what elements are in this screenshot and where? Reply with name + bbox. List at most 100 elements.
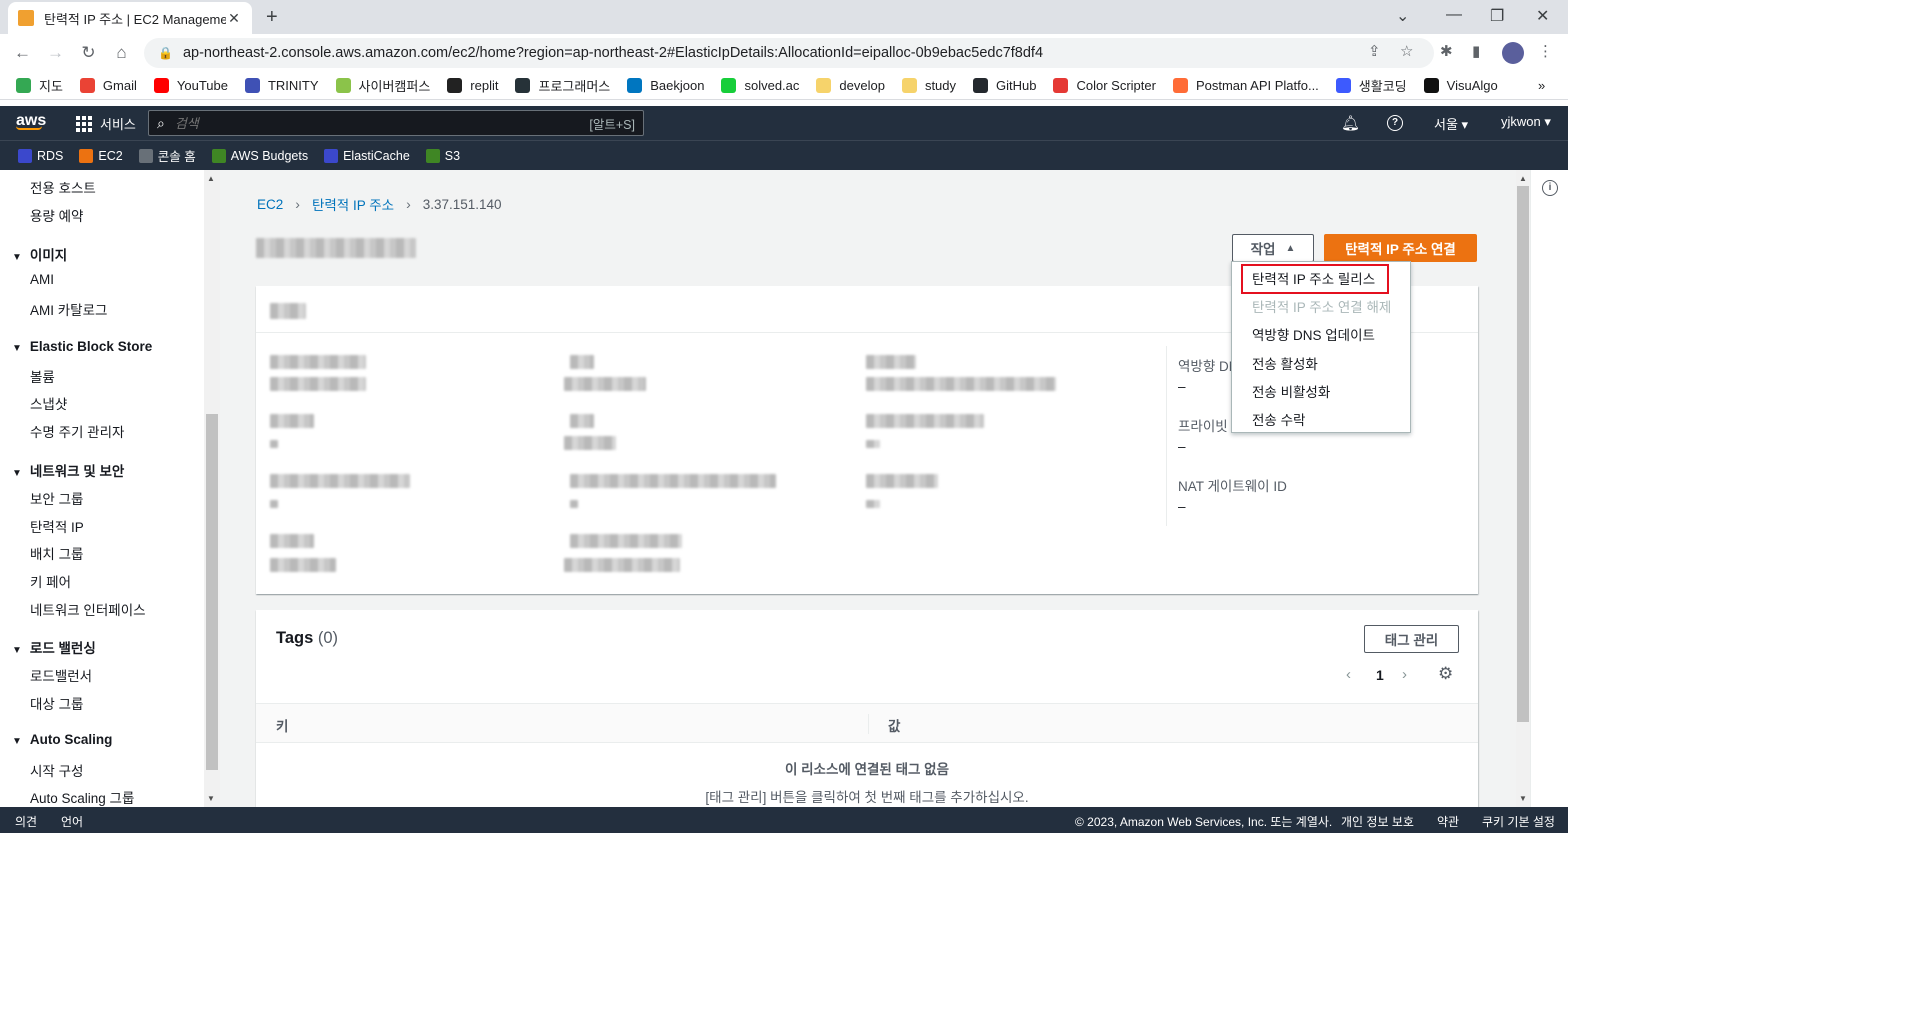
close-tab-icon[interactable]: ✕: [226, 10, 242, 27]
new-tab-button[interactable]: +: [266, 6, 278, 29]
manage-tags-button[interactable]: 태그 관리: [1364, 625, 1459, 653]
reload-icon[interactable]: ↻: [72, 43, 105, 63]
bookmark-item[interactable]: YouTube: [153, 78, 228, 93]
aws-logo[interactable]: aws: [16, 112, 46, 130]
privacy-link[interactable]: 개인 정보 보호: [1341, 813, 1414, 830]
sidebar-section-ebs[interactable]: ▼ Elastic Block Store: [12, 339, 152, 354]
sidebar-item-snapshots[interactable]: 스냅샷: [30, 393, 67, 413]
search-input[interactable]: [174, 115, 590, 131]
share-icon[interactable]: ⇪: [1368, 42, 1381, 60]
sidebar-section-network[interactable]: ▼ 네트워크 및 보안: [12, 460, 124, 480]
bookmark-item[interactable]: GitHub: [973, 78, 1036, 93]
sidebar-item-auto-scaling-groups[interactable]: Auto Scaling 그룹: [30, 787, 134, 807]
sidebar-item-ami-catalog[interactable]: AMI 카탈로그: [30, 299, 107, 319]
current-page-number[interactable]: 1: [1376, 667, 1384, 683]
bookmark-item[interactable]: Baekjoon: [627, 78, 704, 93]
favorite-service[interactable]: 콘솔 홈: [138, 146, 196, 165]
scroll-up-icon[interactable]: ▲: [1519, 174, 1527, 183]
close-window-button[interactable]: ✕: [1536, 6, 1549, 26]
bookmark-item[interactable]: Postman API Platfo...: [1172, 78, 1319, 93]
terms-link[interactable]: 약관: [1437, 813, 1459, 830]
column-key[interactable]: 키: [276, 715, 288, 735]
bookmark-star-icon[interactable]: ☆: [1400, 42, 1413, 60]
services-button[interactable]: 서비스: [76, 114, 136, 133]
favorite-service[interactable]: EC2: [79, 148, 123, 163]
actions-button[interactable]: 작업 ▲: [1232, 234, 1314, 262]
sidebar-item-dedicated-hosts[interactable]: 전용 호스트: [30, 177, 96, 197]
side-panel-icon[interactable]: ▮: [1472, 42, 1480, 60]
back-icon[interactable]: ←: [6, 43, 39, 63]
scrollbar-thumb[interactable]: [206, 414, 218, 770]
bookmark-item[interactable]: replit: [447, 78, 498, 93]
account-menu[interactable]: yjkwon ▾: [1501, 114, 1551, 130]
favorite-service[interactable]: RDS: [18, 148, 63, 163]
sidebar-item-capacity-reservations[interactable]: 용량 예약: [30, 205, 83, 225]
associate-elastic-ip-button[interactable]: 탄력적 IP 주소 연결: [1324, 234, 1477, 262]
bookmark-item[interactable]: study: [901, 78, 956, 93]
feedback-link[interactable]: 의견: [15, 813, 37, 830]
sidebar-item-network-interfaces[interactable]: 네트워크 인터페이스: [30, 599, 146, 619]
menu-item-disable-transfer[interactable]: 전송 비활성화: [1252, 381, 1330, 401]
sidebar-item-lifecycle-manager[interactable]: 수명 주기 관리자: [30, 421, 124, 441]
browser-tab[interactable]: 탄력적 IP 주소 | EC2 Manageme ✕: [8, 2, 252, 34]
sidebar-item-elastic-ip[interactable]: 탄력적 IP: [30, 516, 84, 536]
lock-icon[interactable]: 🔒: [158, 46, 173, 60]
sidebar-item-load-balancers[interactable]: 로드밸런서: [30, 665, 92, 685]
scroll-down-icon[interactable]: ▼: [207, 794, 215, 803]
sidebar-section-auto-scaling[interactable]: ▼ Auto Scaling: [12, 732, 112, 747]
scroll-down-icon[interactable]: ▼: [1519, 794, 1527, 803]
sidebar-item-volumes[interactable]: 볼륨: [30, 366, 55, 386]
favorite-service[interactable]: S3: [425, 148, 460, 163]
bookmark-item[interactable]: VisuAlgo: [1423, 78, 1498, 93]
bookmark-item[interactable]: solved.ac: [721, 78, 799, 93]
region-selector[interactable]: 서울 ▾: [1434, 114, 1468, 133]
bookmark-item[interactable]: develop: [816, 78, 885, 93]
language-link[interactable]: 언어: [61, 813, 83, 830]
column-value[interactable]: 값: [888, 715, 900, 735]
menu-item-accept-transfer[interactable]: 전송 수락: [1252, 409, 1305, 429]
home-icon[interactable]: ⌂: [105, 43, 138, 63]
info-icon[interactable]: i: [1542, 180, 1558, 196]
gear-icon[interactable]: ⚙: [1438, 664, 1453, 684]
favorite-service[interactable]: ElastiCache: [324, 148, 410, 163]
forward-icon[interactable]: →: [39, 43, 72, 63]
bookmark-item[interactable]: Color Scripter: [1053, 78, 1156, 93]
favorite-service[interactable]: AWS Budgets: [211, 148, 308, 163]
sidebar-item-ami[interactable]: AMI: [30, 272, 54, 287]
help-icon[interactable]: ?: [1387, 115, 1403, 131]
sidebar-item-security-groups[interactable]: 보안 그룹: [30, 488, 83, 508]
address-bar[interactable]: 🔒 ap-northeast-2.console.aws.amazon.com/…: [144, 38, 1434, 68]
bookmark-item[interactable]: 프로그래머스: [515, 76, 610, 95]
breadcrumb-ec2[interactable]: EC2: [257, 197, 283, 212]
tab-search-icon[interactable]: ⌄: [1396, 6, 1409, 26]
menu-item-enable-transfer[interactable]: 전송 활성화: [1252, 353, 1318, 373]
bookmark-item[interactable]: 지도: [16, 76, 63, 95]
sidebar-item-launch-configurations[interactable]: 시작 구성: [30, 760, 83, 780]
bookmarks-overflow-icon[interactable]: »: [1538, 78, 1545, 93]
menu-item-release-elastic-ip[interactable]: 탄력적 IP 주소 릴리스: [1252, 268, 1375, 288]
minimize-button[interactable]: —: [1446, 6, 1462, 24]
bookmark-item[interactable]: Gmail: [79, 78, 137, 93]
scrollbar-thumb[interactable]: [1517, 186, 1529, 722]
restore-button[interactable]: ❐: [1490, 6, 1504, 26]
sidebar-item-placement-groups[interactable]: 배치 그룹: [30, 543, 83, 563]
bookmark-item[interactable]: TRINITY: [244, 78, 319, 93]
previous-page-icon[interactable]: ‹: [1346, 666, 1351, 683]
main-scrollbar[interactable]: ▲ ▼: [1516, 170, 1530, 807]
sidebar-scrollbar[interactable]: ▲ ▼: [204, 170, 220, 807]
notifications-bell-icon[interactable]: 🔔︎: [1341, 114, 1360, 132]
sidebar-section-images[interactable]: ▼ 이미지: [12, 244, 67, 264]
menu-item-update-reverse-dns[interactable]: 역방향 DNS 업데이트: [1252, 324, 1375, 344]
breadcrumb-elastic-ip[interactable]: 탄력적 IP 주소: [312, 194, 394, 214]
sidebar-section-load-balancing[interactable]: ▼ 로드 밸런싱: [12, 637, 96, 657]
profile-avatar[interactable]: [1502, 42, 1524, 64]
menu-icon[interactable]: ⋮: [1538, 42, 1553, 60]
sidebar-item-key-pairs[interactable]: 키 페어: [30, 571, 71, 591]
cookie-preferences-link[interactable]: 쿠키 기본 설정: [1482, 813, 1555, 830]
sidebar-item-target-groups[interactable]: 대상 그룹: [30, 693, 83, 713]
search-box[interactable]: ⌕ [알트+S]: [148, 110, 644, 136]
scroll-up-icon[interactable]: ▲: [207, 174, 215, 183]
extensions-icon[interactable]: ✱: [1440, 42, 1453, 60]
next-page-icon[interactable]: ›: [1402, 666, 1407, 683]
bookmark-item[interactable]: 생활코딩: [1335, 76, 1407, 95]
